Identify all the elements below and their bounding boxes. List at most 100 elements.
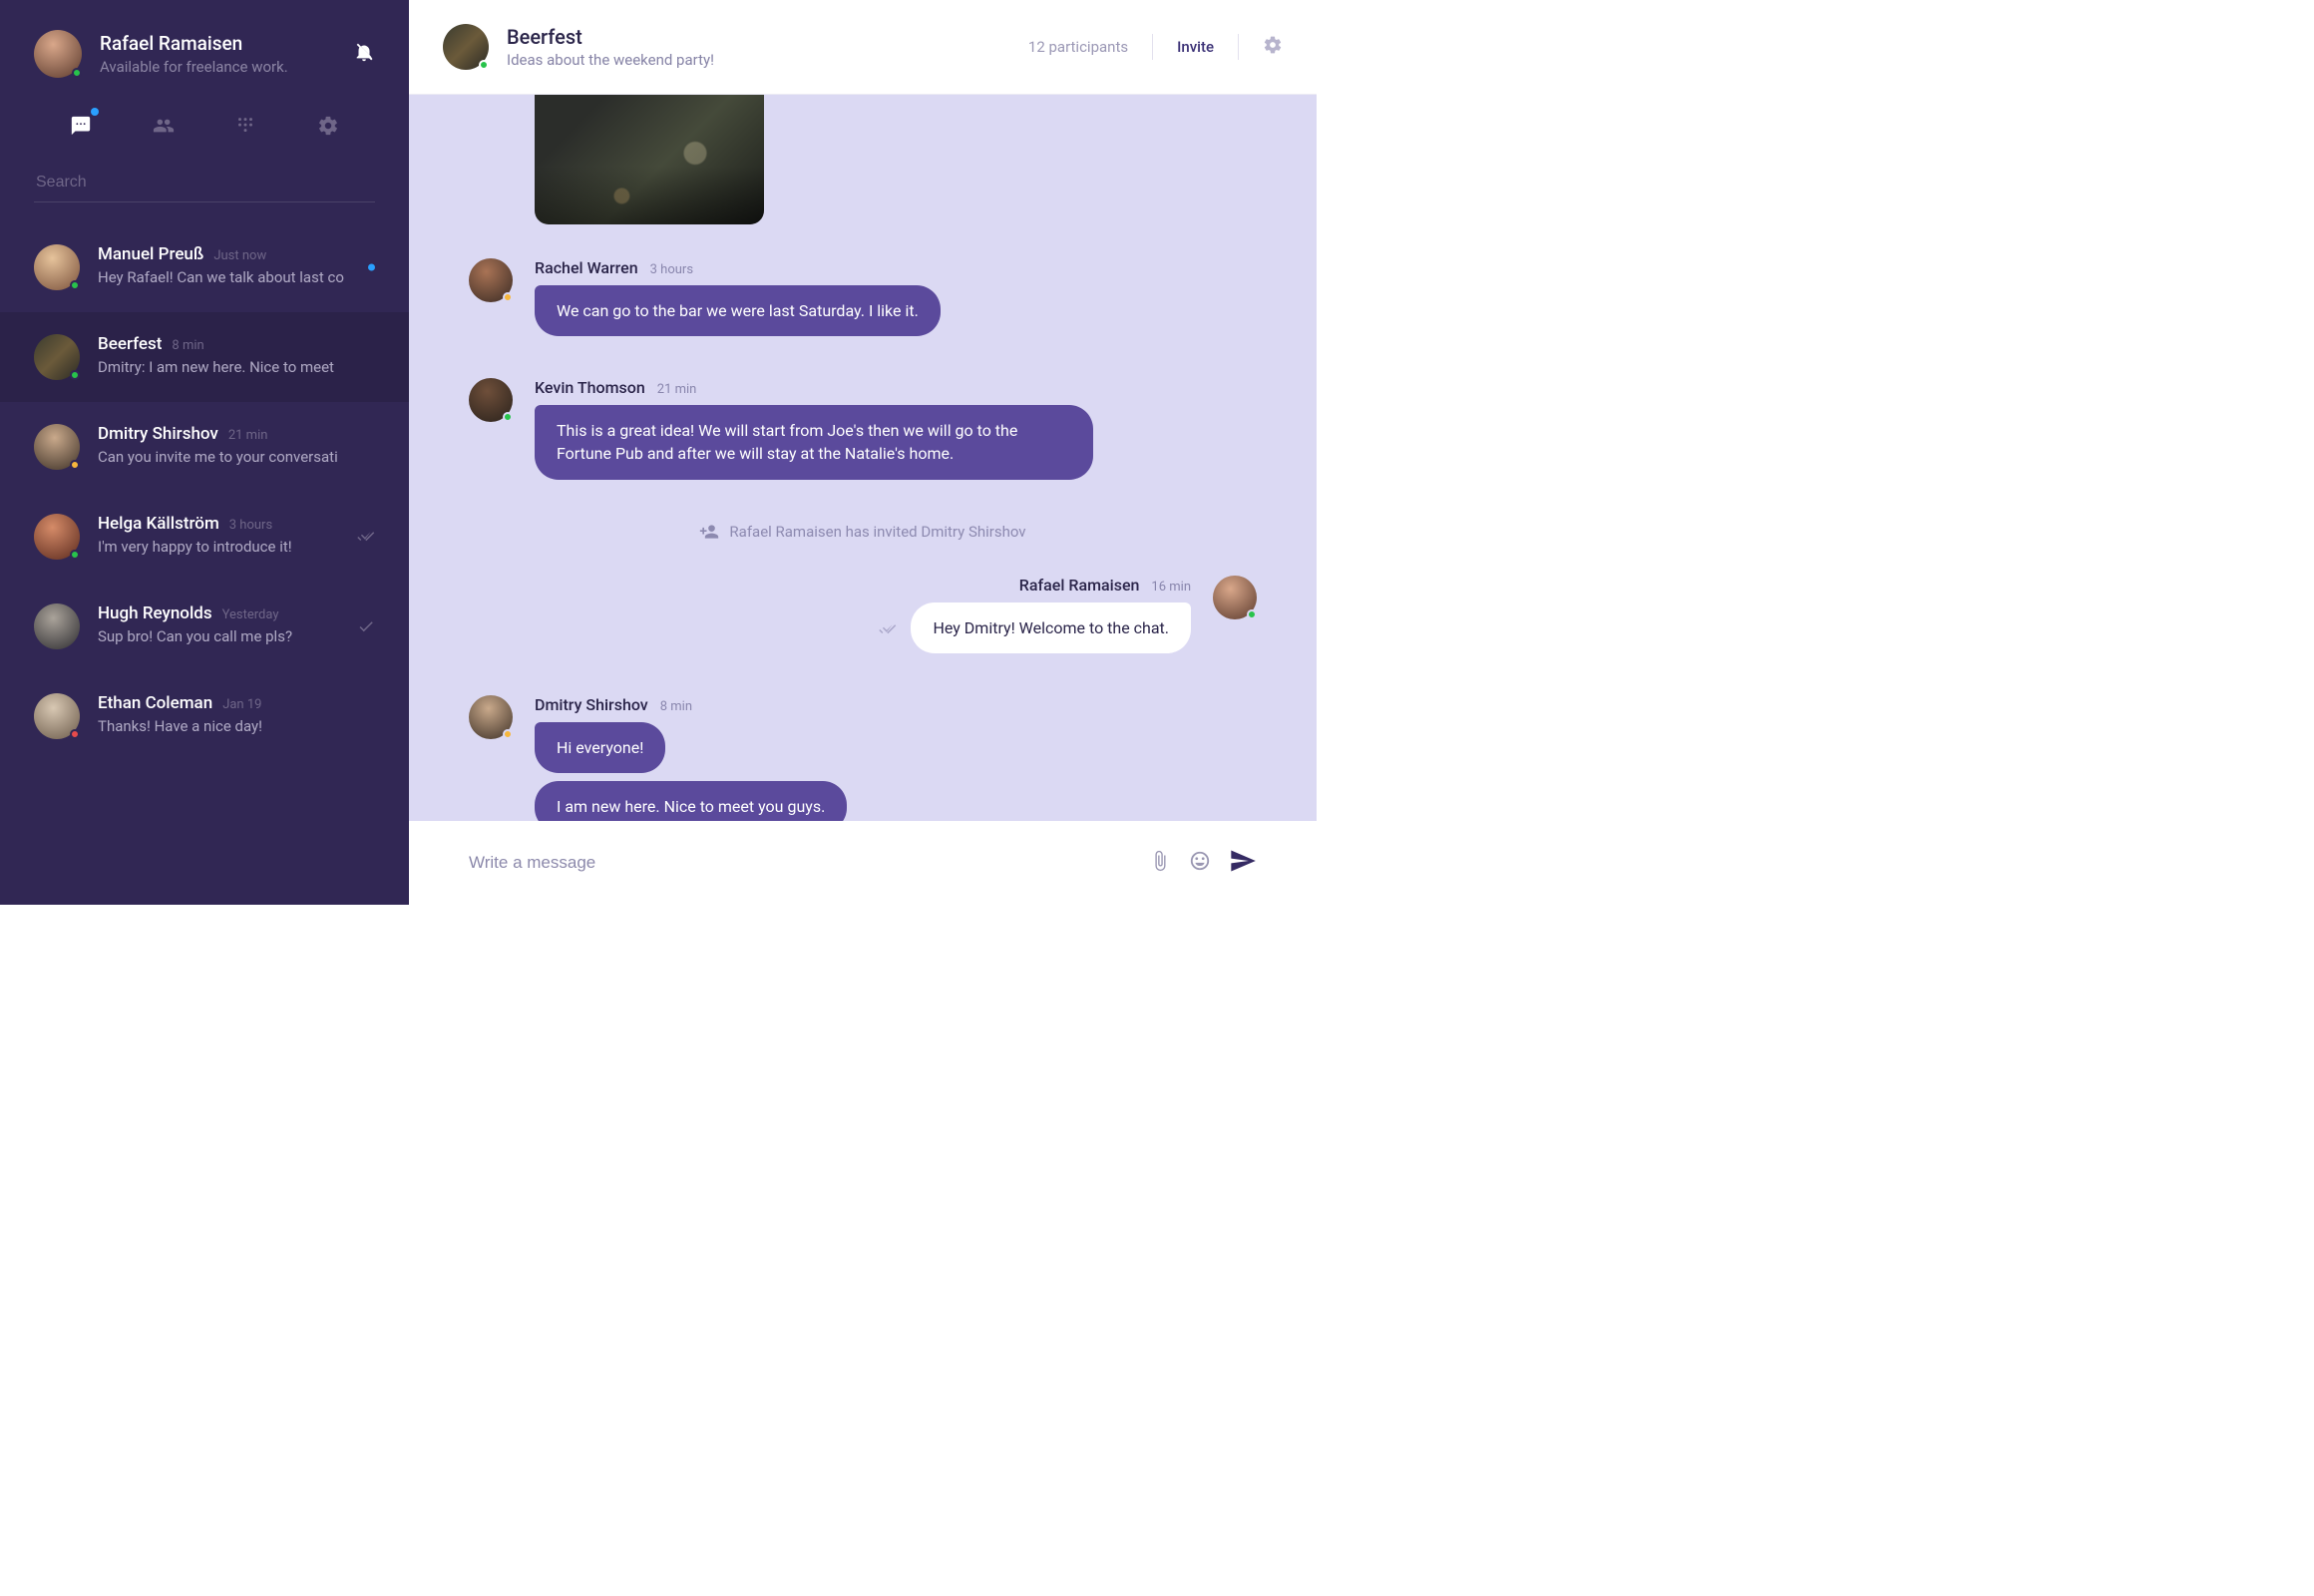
nav-settings-icon[interactable] — [314, 112, 342, 140]
conversation-text: Hugh Reynolds Yesterday Sup bro! Can you… — [98, 603, 375, 645]
message-author: Rachel Warren — [535, 258, 638, 277]
status-dot — [479, 60, 489, 70]
conversation-preview: Sup bro! Can you call me pls? — [98, 627, 375, 645]
profile-name: Rafael Ramaisen — [100, 32, 353, 55]
message-group: Rachel Warren 3 hours We can go to the b… — [469, 258, 1257, 344]
profile-status-dot — [72, 68, 82, 78]
read-checks-icon — [879, 620, 897, 642]
message-body: Kevin Thomson 21 min This is a great ide… — [535, 378, 1093, 487]
status-dot — [70, 370, 80, 380]
nav-chat-badge — [91, 108, 99, 116]
status-dot — [70, 280, 80, 290]
message-bubble: Hey Dmitry! Welcome to the chat. — [911, 602, 1191, 653]
unread-dot — [368, 264, 375, 271]
system-message-text: Rafael Ramaisen has invited Dmitry Shirs… — [729, 523, 1025, 541]
message-group: Dmitry Shirshov 8 min Hi everyone! I am … — [469, 695, 1257, 821]
compose-input[interactable] — [469, 853, 1131, 873]
profile-avatar[interactable] — [34, 30, 82, 78]
message-body: Rachel Warren 3 hours We can go to the b… — [535, 258, 941, 344]
message-avatar[interactable] — [1213, 576, 1257, 619]
message-composer — [409, 821, 1317, 905]
status-dot — [503, 729, 513, 739]
status-dot — [1247, 609, 1257, 619]
status-dot — [503, 292, 513, 302]
divider — [1152, 34, 1153, 60]
read-checks-icon — [357, 528, 375, 546]
conversation-item[interactable]: Ethan Coleman Jan 19 Thanks! Have a nice… — [0, 671, 409, 761]
conversation-name: Hugh Reynolds — [98, 603, 212, 623]
divider — [1238, 34, 1239, 60]
conversation-preview: Can you invite me to your conversati — [98, 448, 375, 466]
message-avatar[interactable] — [469, 258, 513, 302]
profile-status-text: Available for freelance work. — [100, 58, 353, 76]
search-input[interactable] — [34, 164, 375, 202]
chat-title-block: Beerfest Ideas about the weekend party! — [507, 25, 1028, 69]
message-image-attachment[interactable] — [535, 95, 764, 224]
message-body: Rafael Ramaisen 16 min Hey Dmitry! Welco… — [879, 576, 1191, 661]
nav-chats-icon[interactable] — [67, 112, 95, 140]
status-dot — [70, 550, 80, 560]
send-button[interactable] — [1229, 847, 1257, 879]
conversation-list[interactable]: Manuel Preuß Just now Hey Rafael! Can we… — [0, 222, 409, 905]
conversation-text: Ethan Coleman Jan 19 Thanks! Have a nice… — [98, 693, 375, 735]
participants-count[interactable]: 12 participants — [1028, 38, 1128, 56]
chat-subtitle: Ideas about the weekend party! — [507, 51, 1028, 69]
search-row — [0, 164, 409, 202]
chat-main: Beerfest Ideas about the weekend party! … — [409, 0, 1317, 905]
chat-header: Beerfest Ideas about the weekend party! … — [409, 0, 1317, 95]
message-time: 8 min — [660, 699, 692, 714]
conversation-item[interactable]: Helga Källström 3 hours I'm very happy t… — [0, 492, 409, 582]
conversation-item[interactable]: Hugh Reynolds Yesterday Sup bro! Can you… — [0, 582, 409, 671]
conversation-preview: Hey Rafael! Can we talk about last co — [98, 268, 375, 286]
message-avatar[interactable] — [469, 695, 513, 739]
conversation-time: 21 min — [228, 428, 268, 443]
conversation-time: 3 hours — [229, 518, 272, 533]
chat-header-right: 12 participants Invite — [1028, 34, 1283, 60]
nav-contacts-icon[interactable] — [150, 112, 178, 140]
message-author: Kevin Thomson — [535, 378, 645, 397]
conversation-name: Beerfest — [98, 334, 162, 354]
avatar — [34, 244, 80, 290]
emoji-icon[interactable] — [1189, 850, 1211, 876]
conversation-preview: I'm very happy to introduce it! — [98, 538, 375, 556]
profile-row: Rafael Ramaisen Available for freelance … — [0, 0, 409, 100]
message-bubble: This is a great idea! We will start from… — [535, 405, 1093, 479]
conversation-text: Manuel Preuß Just now Hey Rafael! Can we… — [98, 244, 375, 286]
message-time: 3 hours — [650, 262, 693, 277]
message-bubble: We can go to the bar we were last Saturd… — [535, 285, 941, 336]
conversation-name: Ethan Coleman — [98, 693, 212, 713]
nav-icons — [0, 100, 409, 164]
invite-button[interactable]: Invite — [1177, 38, 1214, 56]
conversation-item[interactable]: Beerfest 8 min Dmitry: I am new here. Ni… — [0, 312, 409, 402]
messages-scroll[interactable]: Rachel Warren 3 hours We can go to the b… — [409, 95, 1317, 821]
conversation-time: Just now — [213, 248, 266, 263]
message-group-outgoing: Rafael Ramaisen 16 min Hey Dmitry! Welco… — [469, 576, 1257, 661]
conversation-time: Yesterday — [222, 607, 279, 622]
message-group: Kevin Thomson 21 min This is a great ide… — [469, 378, 1257, 487]
status-dot — [503, 412, 513, 422]
conversation-preview: Thanks! Have a nice day! — [98, 717, 375, 735]
message-time: 21 min — [657, 382, 697, 397]
conversation-time: Jan 19 — [222, 697, 261, 712]
notifications-muted-icon[interactable] — [353, 41, 375, 67]
message-bubble: Hi everyone! — [535, 722, 665, 773]
avatar — [34, 603, 80, 649]
avatar — [34, 424, 80, 470]
chat-avatar[interactable] — [443, 24, 489, 70]
avatar — [34, 514, 80, 560]
status-dot — [70, 460, 80, 470]
conversation-item[interactable]: Dmitry Shirshov 21 min Can you invite me… — [0, 402, 409, 492]
conversation-item[interactable]: Manuel Preuß Just now Hey Rafael! Can we… — [0, 222, 409, 312]
message-avatar[interactable] — [469, 378, 513, 422]
attachment-icon[interactable] — [1149, 850, 1171, 876]
person-add-icon — [699, 522, 719, 542]
chat-title: Beerfest — [507, 25, 1028, 49]
conversation-name: Helga Källström — [98, 514, 219, 534]
avatar — [34, 693, 80, 739]
avatar — [34, 334, 80, 380]
conversation-text: Dmitry Shirshov 21 min Can you invite me… — [98, 424, 375, 466]
nav-dialpad-icon[interactable] — [231, 112, 259, 140]
conversation-name: Dmitry Shirshov — [98, 424, 218, 444]
chat-settings-icon[interactable] — [1263, 35, 1283, 59]
message-author: Dmitry Shirshov — [535, 695, 648, 714]
